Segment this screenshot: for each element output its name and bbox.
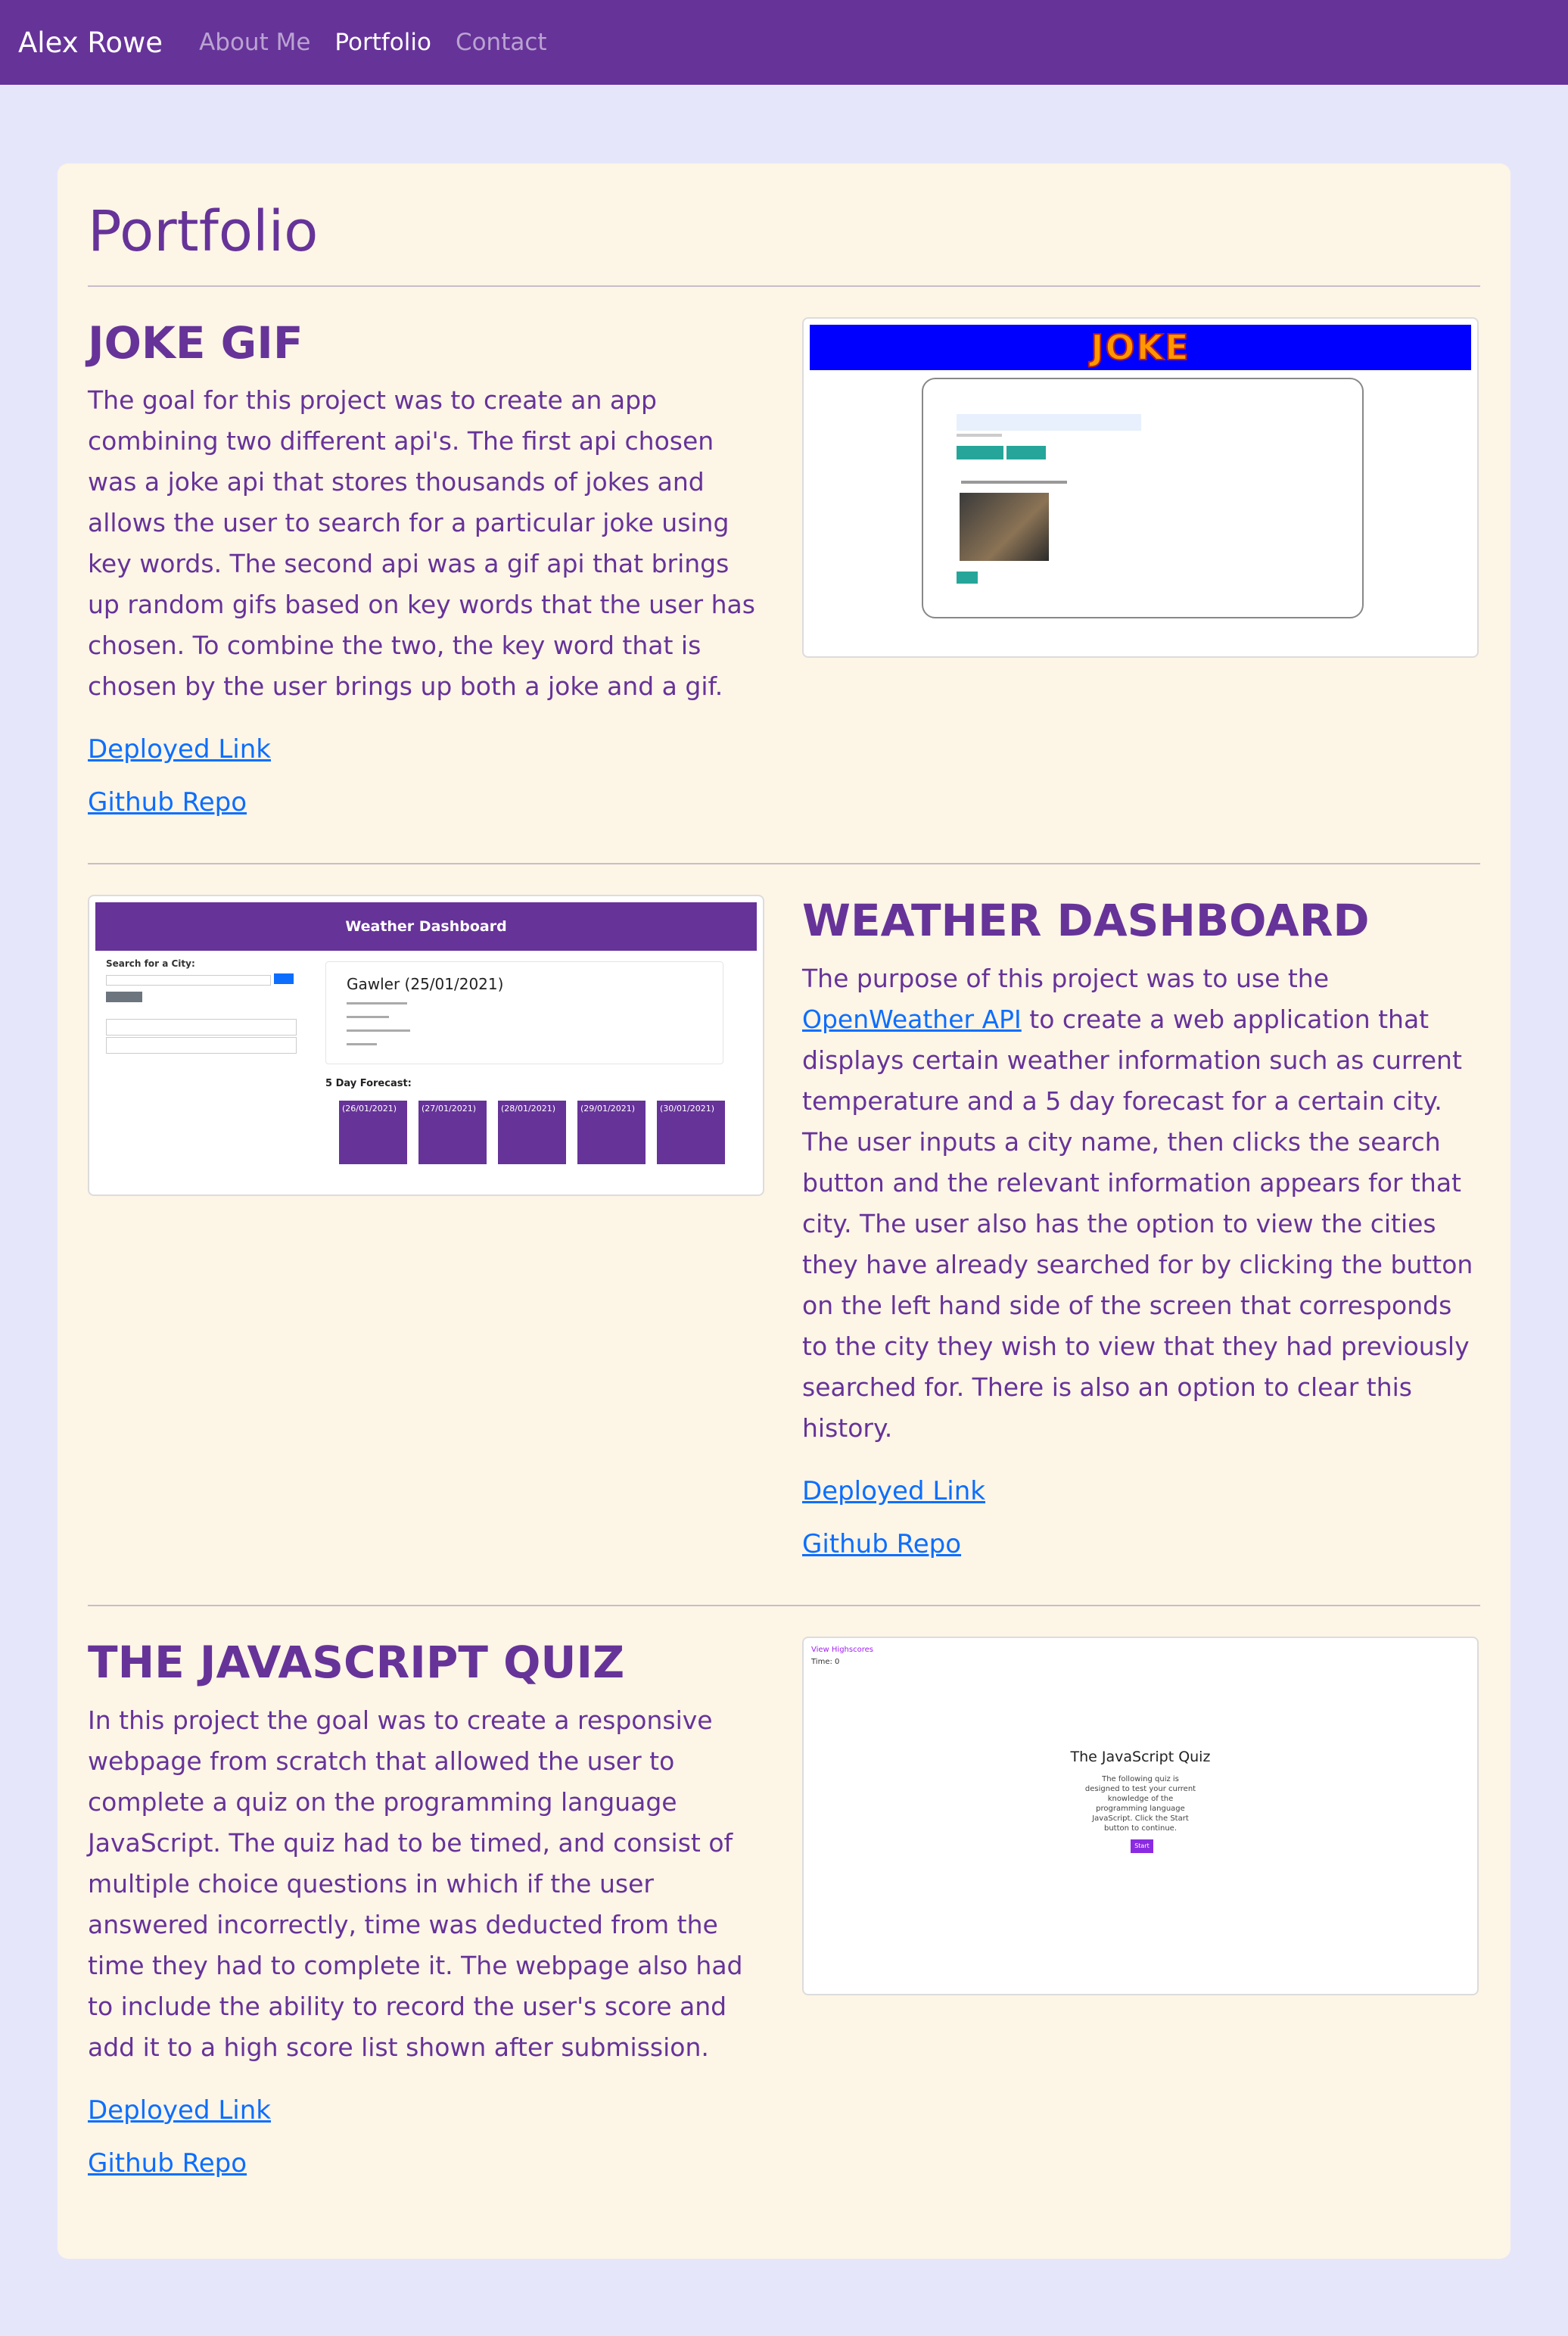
joke-small-button bbox=[957, 571, 978, 584]
weather-clear-history-button bbox=[106, 992, 142, 1003]
weather-search-button bbox=[274, 973, 294, 985]
forecast-date: (30/01/2021) bbox=[660, 1104, 714, 1114]
portfolio-card: Portfolio JOKE GIF The goal for this pro… bbox=[58, 164, 1510, 2259]
description-text: The purpose of this project was to use t… bbox=[802, 963, 1330, 993]
joke-logo: JOKE bbox=[1090, 326, 1190, 369]
project-description: In this project the goal was to create a… bbox=[88, 1705, 743, 2062]
description-text: to create a web application that display… bbox=[802, 1004, 1473, 1443]
project-weather-dashboard: Weather Dashboard Search for a City: Gaw… bbox=[88, 895, 1480, 1559]
weather-detail bbox=[347, 1029, 410, 1033]
forecast-date: (28/01/2021) bbox=[501, 1104, 555, 1114]
forecast-card: (28/01/2021) bbox=[498, 1101, 566, 1165]
nav-contact[interactable]: Contact bbox=[456, 29, 547, 56]
deployed-link[interactable]: Deployed Link bbox=[88, 2095, 764, 2126]
nav-portfolio[interactable]: Portfolio bbox=[334, 29, 431, 56]
weather-history-item bbox=[106, 1037, 297, 1054]
quiz-start-button: Start bbox=[1131, 1839, 1153, 1853]
weather-search-label: Search for a City: bbox=[106, 958, 195, 970]
brand-link[interactable]: Alex Rowe bbox=[18, 26, 163, 59]
project-screenshot[interactable]: View Highscores Time: 0 The JavaScript Q… bbox=[802, 1636, 1479, 1995]
github-repo-link[interactable]: Github Repo bbox=[802, 1529, 1479, 1559]
joke-search-input bbox=[957, 413, 1141, 431]
divider bbox=[88, 285, 1480, 287]
deployed-link[interactable]: Deployed Link bbox=[802, 1476, 1479, 1506]
joke-send-button bbox=[957, 445, 1003, 459]
quiz-highscores-link: View Highscores bbox=[811, 1645, 873, 1654]
project-title: WEATHER DASHBOARD bbox=[802, 895, 1370, 947]
weather-city: Gawler (25/01/2021) bbox=[347, 975, 504, 994]
project-screenshot[interactable]: Weather Dashboard Search for a City: Gaw… bbox=[88, 895, 764, 1197]
weather-header: Weather Dashboard bbox=[95, 902, 757, 952]
page-title: Portfolio bbox=[88, 199, 319, 264]
weather-detail bbox=[347, 1016, 389, 1019]
deployed-link[interactable]: Deployed Link bbox=[88, 734, 764, 765]
forecast-card: (30/01/2021) bbox=[657, 1101, 725, 1165]
forecast-date: (27/01/2021) bbox=[422, 1104, 476, 1114]
project-title: THE JAVASCRIPT QUIZ bbox=[88, 1636, 625, 1688]
forecast-card: (29/01/2021) bbox=[577, 1101, 646, 1165]
project-joke-gif: JOKE GIF The goal for this project was t… bbox=[88, 316, 1480, 818]
quiz-title: The JavaScript Quiz bbox=[1070, 1748, 1211, 1765]
weather-history-item bbox=[106, 1019, 297, 1036]
github-repo-link[interactable]: Github Repo bbox=[88, 2148, 764, 2179]
joke-text bbox=[961, 480, 1067, 484]
weather-detail bbox=[347, 1043, 377, 1046]
forecast-card: (26/01/2021) bbox=[339, 1101, 407, 1165]
divider bbox=[88, 863, 1480, 865]
quiz-description: The following quiz is designed to test y… bbox=[1084, 1774, 1196, 1833]
forecast-date: (29/01/2021) bbox=[580, 1104, 635, 1114]
project-screenshot[interactable]: JOKE bbox=[802, 316, 1479, 658]
nav-about-me[interactable]: About Me bbox=[199, 29, 310, 56]
github-repo-link[interactable]: Github Repo bbox=[88, 787, 764, 818]
navbar: Alex Rowe About Me Portfolio Contact bbox=[0, 0, 1568, 85]
weather-forecast-title: 5 Day Forecast: bbox=[325, 1078, 412, 1090]
project-javascript-quiz: THE JAVASCRIPT QUIZ In this project the … bbox=[88, 1636, 1480, 2179]
forecast-date: (26/01/2021) bbox=[342, 1104, 397, 1114]
weather-detail bbox=[347, 1002, 407, 1005]
project-description: The purpose of this project was to use t… bbox=[802, 958, 1479, 1449]
weather-search-input bbox=[106, 975, 271, 986]
forecast-card: (27/01/2021) bbox=[418, 1101, 487, 1165]
divider bbox=[88, 1604, 1480, 1606]
quiz-timer: Time: 0 bbox=[811, 1657, 840, 1666]
joke-app-frame bbox=[922, 377, 1364, 618]
joke-gif-image bbox=[960, 492, 1049, 561]
project-description: The goal for this project was to create … bbox=[88, 385, 755, 702]
openweather-api-link[interactable]: OpenWeather API bbox=[802, 1004, 1022, 1034]
project-title: JOKE GIF bbox=[88, 316, 303, 369]
joke-hint bbox=[957, 433, 1002, 437]
joke-reset-button bbox=[1006, 445, 1046, 459]
joke-banner: JOKE bbox=[810, 324, 1471, 370]
